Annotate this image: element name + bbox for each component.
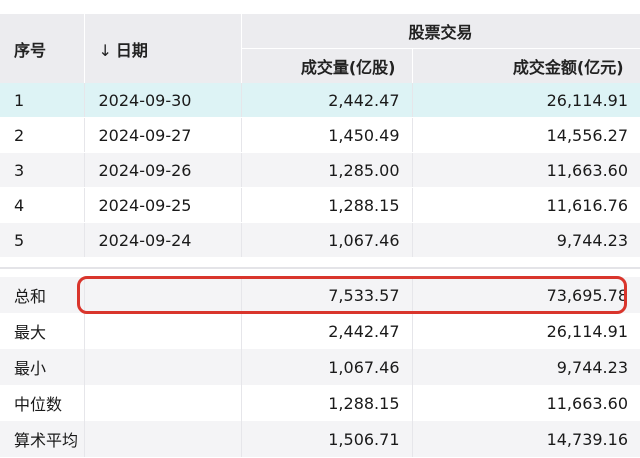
row-date: 2024-09-25 bbox=[83, 187, 241, 223]
row-date: 2024-09-24 bbox=[83, 222, 241, 258]
column-header-index[interactable]: 序号 bbox=[0, 14, 85, 83]
summary-label: 总和 bbox=[0, 277, 84, 313]
summary-amount: 14,739.16 bbox=[411, 421, 640, 457]
row-amount: 11,616.76 bbox=[411, 187, 640, 223]
summary-volume: 1,067.46 bbox=[240, 349, 412, 385]
summary-row-max[interactable]: 最大 2,442.47 26,114.91 bbox=[0, 313, 640, 349]
row-amount: 26,114.91 bbox=[411, 83, 640, 118]
column-header-amount[interactable]: 成交金额(亿元) bbox=[412, 48, 640, 83]
summary-amount: 73,695.78 bbox=[411, 277, 640, 313]
row-amount: 14,556.27 bbox=[411, 117, 640, 153]
summary-empty bbox=[83, 385, 241, 421]
section-divider bbox=[0, 267, 640, 269]
row-index: 2 bbox=[0, 117, 84, 153]
summary-label: 最小 bbox=[0, 349, 84, 385]
summary-empty bbox=[83, 421, 241, 457]
sort-desc-icon: ↓ bbox=[98, 40, 112, 60]
row-volume: 1,067.46 bbox=[240, 222, 412, 258]
summary-empty bbox=[83, 313, 241, 349]
row-index: 3 bbox=[0, 152, 84, 188]
summary-empty bbox=[83, 349, 241, 385]
row-date: 2024-09-26 bbox=[83, 152, 241, 188]
column-header-volume[interactable]: 成交量(亿股) bbox=[241, 48, 413, 83]
row-volume: 1,450.49 bbox=[240, 117, 412, 153]
row-index: 5 bbox=[0, 222, 84, 258]
row-volume: 2,442.47 bbox=[240, 83, 412, 118]
summary-amount: 11,663.60 bbox=[411, 385, 640, 421]
summary-amount: 26,114.91 bbox=[411, 313, 640, 349]
summary-row-min[interactable]: 最小 1,067.46 9,744.23 bbox=[0, 349, 640, 385]
table-row[interactable]: 5 2024-09-24 1,067.46 9,744.23 bbox=[0, 222, 640, 258]
summary-volume: 2,442.47 bbox=[240, 313, 412, 349]
summary-table: 总和 7,533.57 73,695.78 最大 2,442.47 26,114… bbox=[0, 277, 640, 457]
table-row[interactable]: 2 2024-09-27 1,450.49 14,556.27 bbox=[0, 117, 640, 153]
column-group-stock-trading: 股票交易 bbox=[241, 14, 640, 49]
summary-volume: 7,533.57 bbox=[240, 277, 412, 313]
summary-volume: 1,506.71 bbox=[240, 421, 412, 457]
table-row[interactable]: 1 2024-09-30 2,442.47 26,114.91 bbox=[0, 83, 640, 118]
column-header-date-label: 日期 bbox=[115, 40, 148, 60]
row-index: 1 bbox=[0, 83, 84, 118]
column-header-date[interactable]: ↓ 日期 bbox=[84, 14, 242, 83]
summary-label: 最大 bbox=[0, 313, 84, 349]
table-row[interactable]: 3 2024-09-26 1,285.00 11,663.60 bbox=[0, 152, 640, 188]
summary-amount: 9,744.23 bbox=[411, 349, 640, 385]
row-date: 2024-09-27 bbox=[83, 117, 241, 153]
trading-table: 序号 ↓ 日期 股票交易 成交量(亿股) 成交金额(亿元) 1 2024-09-3… bbox=[0, 14, 640, 258]
row-volume: 1,285.00 bbox=[240, 152, 412, 188]
summary-empty bbox=[83, 277, 241, 313]
table-row[interactable]: 4 2024-09-25 1,288.15 11,616.76 bbox=[0, 187, 640, 223]
row-index: 4 bbox=[0, 187, 84, 223]
row-date: 2024-09-30 bbox=[83, 83, 241, 118]
summary-row-sum[interactable]: 总和 7,533.57 73,695.78 bbox=[0, 277, 640, 313]
summary-volume: 1,288.15 bbox=[240, 385, 412, 421]
row-amount: 9,744.23 bbox=[411, 222, 640, 258]
summary-row-mean[interactable]: 算术平均 1,506.71 14,739.16 bbox=[0, 421, 640, 457]
summary-label: 中位数 bbox=[0, 385, 84, 421]
row-amount: 11,663.60 bbox=[411, 152, 640, 188]
summary-row-median[interactable]: 中位数 1,288.15 11,663.60 bbox=[0, 385, 640, 421]
summary-label: 算术平均 bbox=[0, 421, 84, 457]
row-volume: 1,288.15 bbox=[240, 187, 412, 223]
data-table-page: 序号 ↓ 日期 股票交易 成交量(亿股) 成交金额(亿元) 1 2024-09-3… bbox=[0, 0, 640, 458]
column-header-index-label: 序号 bbox=[14, 40, 47, 60]
